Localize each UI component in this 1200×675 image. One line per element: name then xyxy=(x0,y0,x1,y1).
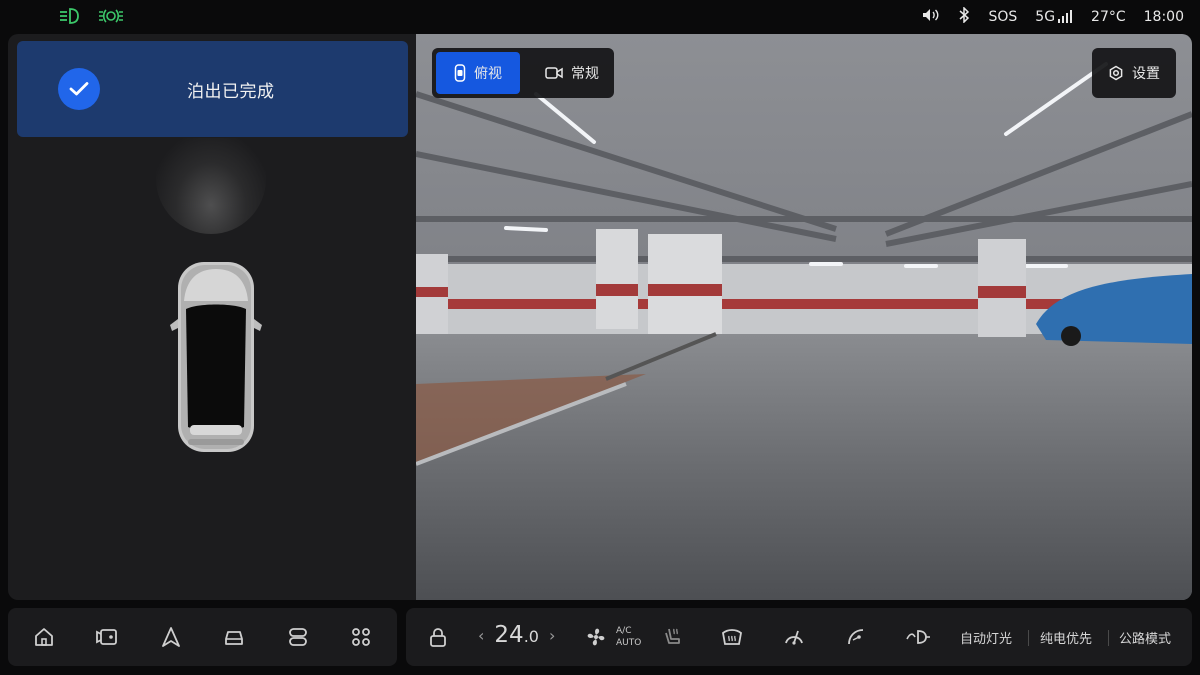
ego-car-topview xyxy=(170,262,262,452)
normal-view-button[interactable]: 常规 xyxy=(532,52,612,94)
gear-icon xyxy=(1109,65,1123,81)
clock: 18:00 xyxy=(1143,8,1184,25)
network-indicator: 5G xyxy=(1035,9,1073,25)
apps-grid-icon[interactable] xyxy=(349,625,373,649)
toggle-icon[interactable] xyxy=(286,625,310,649)
check-icon xyxy=(58,68,100,110)
view-mode-toggle: 俯视 常规 xyxy=(432,48,614,98)
temp-value: 24 xyxy=(494,622,524,648)
divider xyxy=(1028,630,1029,646)
camera-view: 俯视 常规 设置 xyxy=(416,34,1192,600)
fan-icon[interactable] xyxy=(584,625,608,649)
parking-status-text: 泊出已完成 xyxy=(187,82,275,102)
lock-icon[interactable] xyxy=(426,625,450,649)
navigation-icon[interactable] xyxy=(159,625,183,649)
ac-label: A/C xyxy=(616,626,632,636)
headlight-adjust-icon[interactable] xyxy=(904,625,930,649)
low-beam-icon xyxy=(58,6,80,30)
car-topview-icon xyxy=(454,64,466,82)
car-icon[interactable] xyxy=(222,625,246,649)
auto-label: AUTO xyxy=(616,638,642,648)
volume-icon[interactable] xyxy=(922,8,940,26)
temp-increase-icon[interactable]: › xyxy=(549,626,555,645)
camera-icon xyxy=(545,67,563,79)
home-icon[interactable] xyxy=(32,625,56,649)
auto-light-button[interactable]: 自动灯光 xyxy=(960,628,1012,647)
bluetooth-icon[interactable] xyxy=(958,5,970,27)
temp-decimal: .0 xyxy=(523,627,539,646)
mirror-adjust-icon[interactable] xyxy=(844,625,868,649)
parking-complete-banner: 泊出已完成 xyxy=(17,41,408,137)
network-label: 5G xyxy=(1035,8,1056,25)
temperature-control: ‹ 24.0 › xyxy=(478,622,555,648)
wiper-icon[interactable] xyxy=(782,625,806,649)
settings-button[interactable]: 设置 xyxy=(1092,48,1176,98)
outside-temperature: 27°C xyxy=(1091,8,1126,25)
parking-status-panel: 泊出已完成 xyxy=(8,34,416,600)
dock-right: ‹ 24.0 › A/C AUTO 自动灯光 纯电优先 公路模式 xyxy=(406,608,1192,666)
parking-light-icon xyxy=(98,6,124,30)
settings-label: 设置 xyxy=(1132,66,1160,82)
temp-decrease-icon[interactable]: ‹ xyxy=(478,626,484,645)
rear-defrost-icon[interactable] xyxy=(720,625,744,649)
signal-strength-icon xyxy=(1058,10,1073,23)
status-bar: SOS 5G 27°C 18:00 xyxy=(0,0,1200,33)
top-view-button[interactable]: 俯视 xyxy=(436,52,520,94)
road-mode-button[interactable]: 公路模式 xyxy=(1119,628,1171,647)
normal-view-label: 常规 xyxy=(571,66,599,82)
dashcam-icon[interactable] xyxy=(95,625,119,649)
sos-label[interactable]: SOS xyxy=(988,9,1017,25)
parking-spot-highlight xyxy=(156,138,266,234)
ac-auto-indicator[interactable]: A/C AUTO xyxy=(616,625,641,649)
ev-priority-button[interactable]: 纯电优先 xyxy=(1040,628,1092,647)
top-view-label: 俯视 xyxy=(474,66,502,82)
temperature-setting: 24.0 xyxy=(494,622,539,648)
parking-garage-image xyxy=(416,34,1192,600)
divider xyxy=(1108,630,1109,646)
dock-left xyxy=(8,608,397,666)
seat-heat-icon[interactable] xyxy=(660,625,684,649)
